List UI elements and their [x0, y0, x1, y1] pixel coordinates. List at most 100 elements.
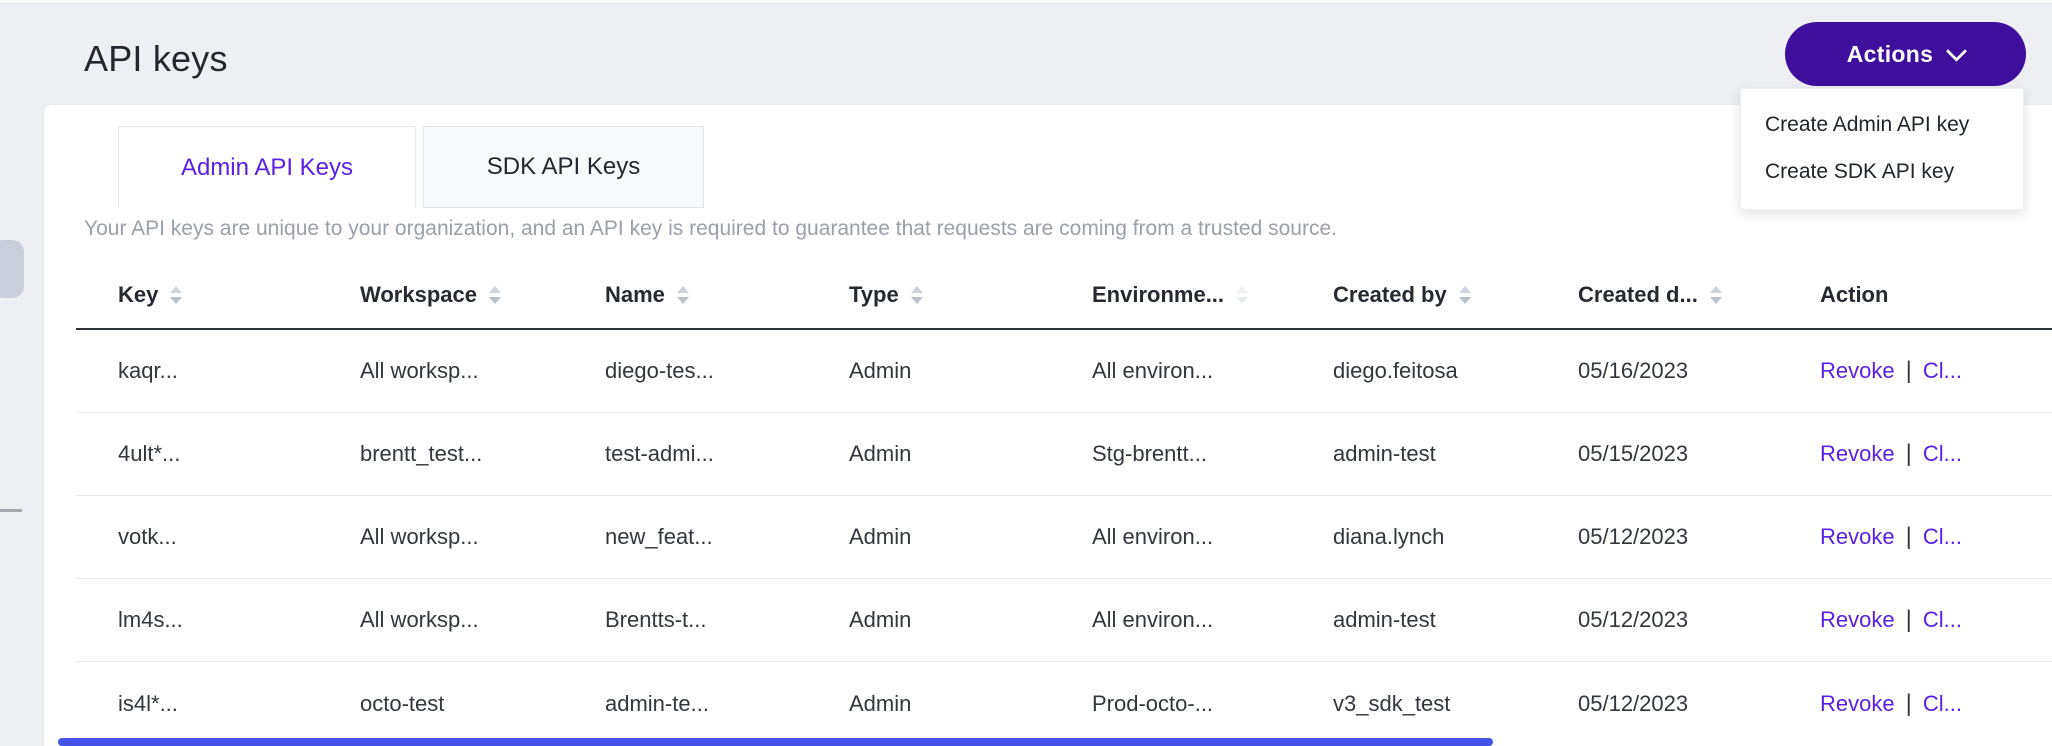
cell-name: new_feat...: [605, 524, 849, 550]
column-header-workspace[interactable]: Workspace: [360, 282, 605, 308]
cell-action: Revoke | Cl...: [1820, 440, 2052, 468]
cell-key: lm4s...: [76, 607, 360, 633]
action-separator: |: [1906, 523, 1912, 551]
action-separator: |: [1906, 606, 1912, 634]
gutter-divider: [0, 509, 22, 512]
table-row: votk...All worksp...new_feat...AdminAll …: [76, 496, 2052, 579]
sort-icon: [489, 286, 501, 304]
revoke-link[interactable]: Revoke: [1820, 441, 1895, 467]
api-keys-page: API keys Actions Admin API KeysSDK API K…: [0, 0, 2052, 746]
column-label: Workspace: [360, 282, 477, 308]
action-separator: |: [1906, 690, 1912, 718]
column-header-name[interactable]: Name: [605, 282, 849, 308]
sort-icon: [1459, 286, 1471, 304]
revoke-link[interactable]: Revoke: [1820, 358, 1895, 384]
cell-key: is4l*...: [76, 691, 360, 717]
cell-type: Admin: [849, 358, 1092, 384]
cell-name: test-admi...: [605, 441, 849, 467]
clone-link[interactable]: Cl...: [1923, 524, 1962, 550]
cell-created-by: admin-test: [1333, 441, 1578, 467]
cell-created-by: diana.lynch: [1333, 524, 1578, 550]
column-label: Environme...: [1092, 282, 1224, 308]
cell-environment: Prod-octo-...: [1092, 691, 1333, 717]
sort-icon: [677, 286, 689, 304]
actions-dropdown-menu: Create Admin API keyCreate SDK API key: [1740, 88, 2024, 210]
revoke-link[interactable]: Revoke: [1820, 691, 1895, 717]
table-row: lm4s...All worksp...Brentts-t...AdminAll…: [76, 579, 2052, 662]
column-label: Type: [849, 282, 899, 308]
clone-link[interactable]: Cl...: [1923, 441, 1962, 467]
column-header-environme[interactable]: Environme...: [1092, 282, 1333, 308]
cell-name: diego-tes...: [605, 358, 849, 384]
cell-environment: All environ...: [1092, 358, 1333, 384]
action-separator: |: [1906, 440, 1912, 468]
table-body: kaqr...All worksp...diego-tes...AdminAll…: [76, 330, 2052, 745]
action-separator: |: [1906, 357, 1912, 385]
cell-action: Revoke | Cl...: [1820, 690, 2052, 718]
cell-created-date: 05/16/2023: [1578, 358, 1820, 384]
cell-type: Admin: [849, 607, 1092, 633]
column-header-created-d[interactable]: Created d...: [1578, 282, 1820, 308]
cell-environment: All environ...: [1092, 607, 1333, 633]
menu-item-create-admin-api-key[interactable]: Create Admin API key: [1741, 101, 2023, 148]
cell-type: Admin: [849, 524, 1092, 550]
cell-workspace: brentt_test...: [360, 441, 605, 467]
revoke-link[interactable]: Revoke: [1820, 524, 1895, 550]
cell-created-date: 05/12/2023: [1578, 524, 1820, 550]
cell-environment: All environ...: [1092, 524, 1333, 550]
column-label: Name: [605, 282, 665, 308]
table-row: 4ult*...brentt_test...test-admi...AdminS…: [76, 413, 2052, 496]
cell-environment: Stg-brentt...: [1092, 441, 1333, 467]
cell-workspace: octo-test: [360, 691, 605, 717]
column-header-action: Action: [1820, 282, 2052, 308]
cell-action: Revoke | Cl...: [1820, 357, 2052, 385]
cell-created-date: 05/15/2023: [1578, 441, 1820, 467]
cell-key: kaqr...: [76, 358, 360, 384]
revoke-link[interactable]: Revoke: [1820, 607, 1895, 633]
cell-name: Brentts-t...: [605, 607, 849, 633]
horizontal-scrollbar-thumb[interactable]: [58, 738, 1493, 746]
table-row: is4l*...octo-testadmin-te...AdminProd-oc…: [76, 662, 2052, 745]
cell-created-by: admin-test: [1333, 607, 1578, 633]
top-nav-edge: [0, 0, 2052, 4]
column-label: Action: [1820, 282, 1888, 308]
menu-item-create-sdk-api-key[interactable]: Create SDK API key: [1741, 148, 2023, 195]
cell-workspace: All worksp...: [360, 607, 605, 633]
column-header-key[interactable]: Key: [76, 282, 360, 308]
tab-sdk-api-keys[interactable]: SDK API Keys: [423, 126, 704, 208]
sort-icon: [170, 286, 182, 304]
vertical-scrollbar-thumb[interactable]: [0, 240, 24, 298]
cell-action: Revoke | Cl...: [1820, 606, 2052, 634]
table-row: kaqr...All worksp...diego-tes...AdminAll…: [76, 330, 2052, 413]
cell-type: Admin: [849, 691, 1092, 717]
cell-name: admin-te...: [605, 691, 849, 717]
tab-admin-api-keys[interactable]: Admin API Keys: [118, 126, 416, 208]
cell-key: 4ult*...: [76, 441, 360, 467]
column-label: Key: [118, 282, 158, 308]
clone-link[interactable]: Cl...: [1923, 607, 1962, 633]
cell-created-by: diego.feitosa: [1333, 358, 1578, 384]
column-label: Created d...: [1578, 282, 1698, 308]
description-text: Your API keys are unique to your organiz…: [84, 217, 1337, 241]
clone-link[interactable]: Cl...: [1923, 358, 1962, 384]
sort-icon: [1236, 286, 1248, 304]
cell-key: votk...: [76, 524, 360, 550]
cell-action: Revoke | Cl...: [1820, 523, 2052, 551]
cell-created-date: 05/12/2023: [1578, 607, 1820, 633]
column-header-created-by[interactable]: Created by: [1333, 282, 1578, 308]
column-label: Created by: [1333, 282, 1447, 308]
tabs: Admin API KeysSDK API Keys: [118, 126, 704, 208]
chevron-down-icon: [1946, 40, 1967, 61]
cell-created-by: v3_sdk_test: [1333, 691, 1578, 717]
api-keys-table: Key Workspace Name Type Environme... Created …: [76, 262, 2052, 745]
cell-type: Admin: [849, 441, 1092, 467]
cell-workspace: All worksp...: [360, 524, 605, 550]
actions-button[interactable]: Actions: [1785, 22, 2026, 86]
sort-icon: [1710, 286, 1722, 304]
column-header-type[interactable]: Type: [849, 282, 1092, 308]
table-header-row: Key Workspace Name Type Environme... Created …: [76, 262, 2052, 330]
page-title: API keys: [84, 38, 228, 80]
clone-link[interactable]: Cl...: [1923, 691, 1962, 717]
sort-icon: [911, 286, 923, 304]
cell-workspace: All worksp...: [360, 358, 605, 384]
